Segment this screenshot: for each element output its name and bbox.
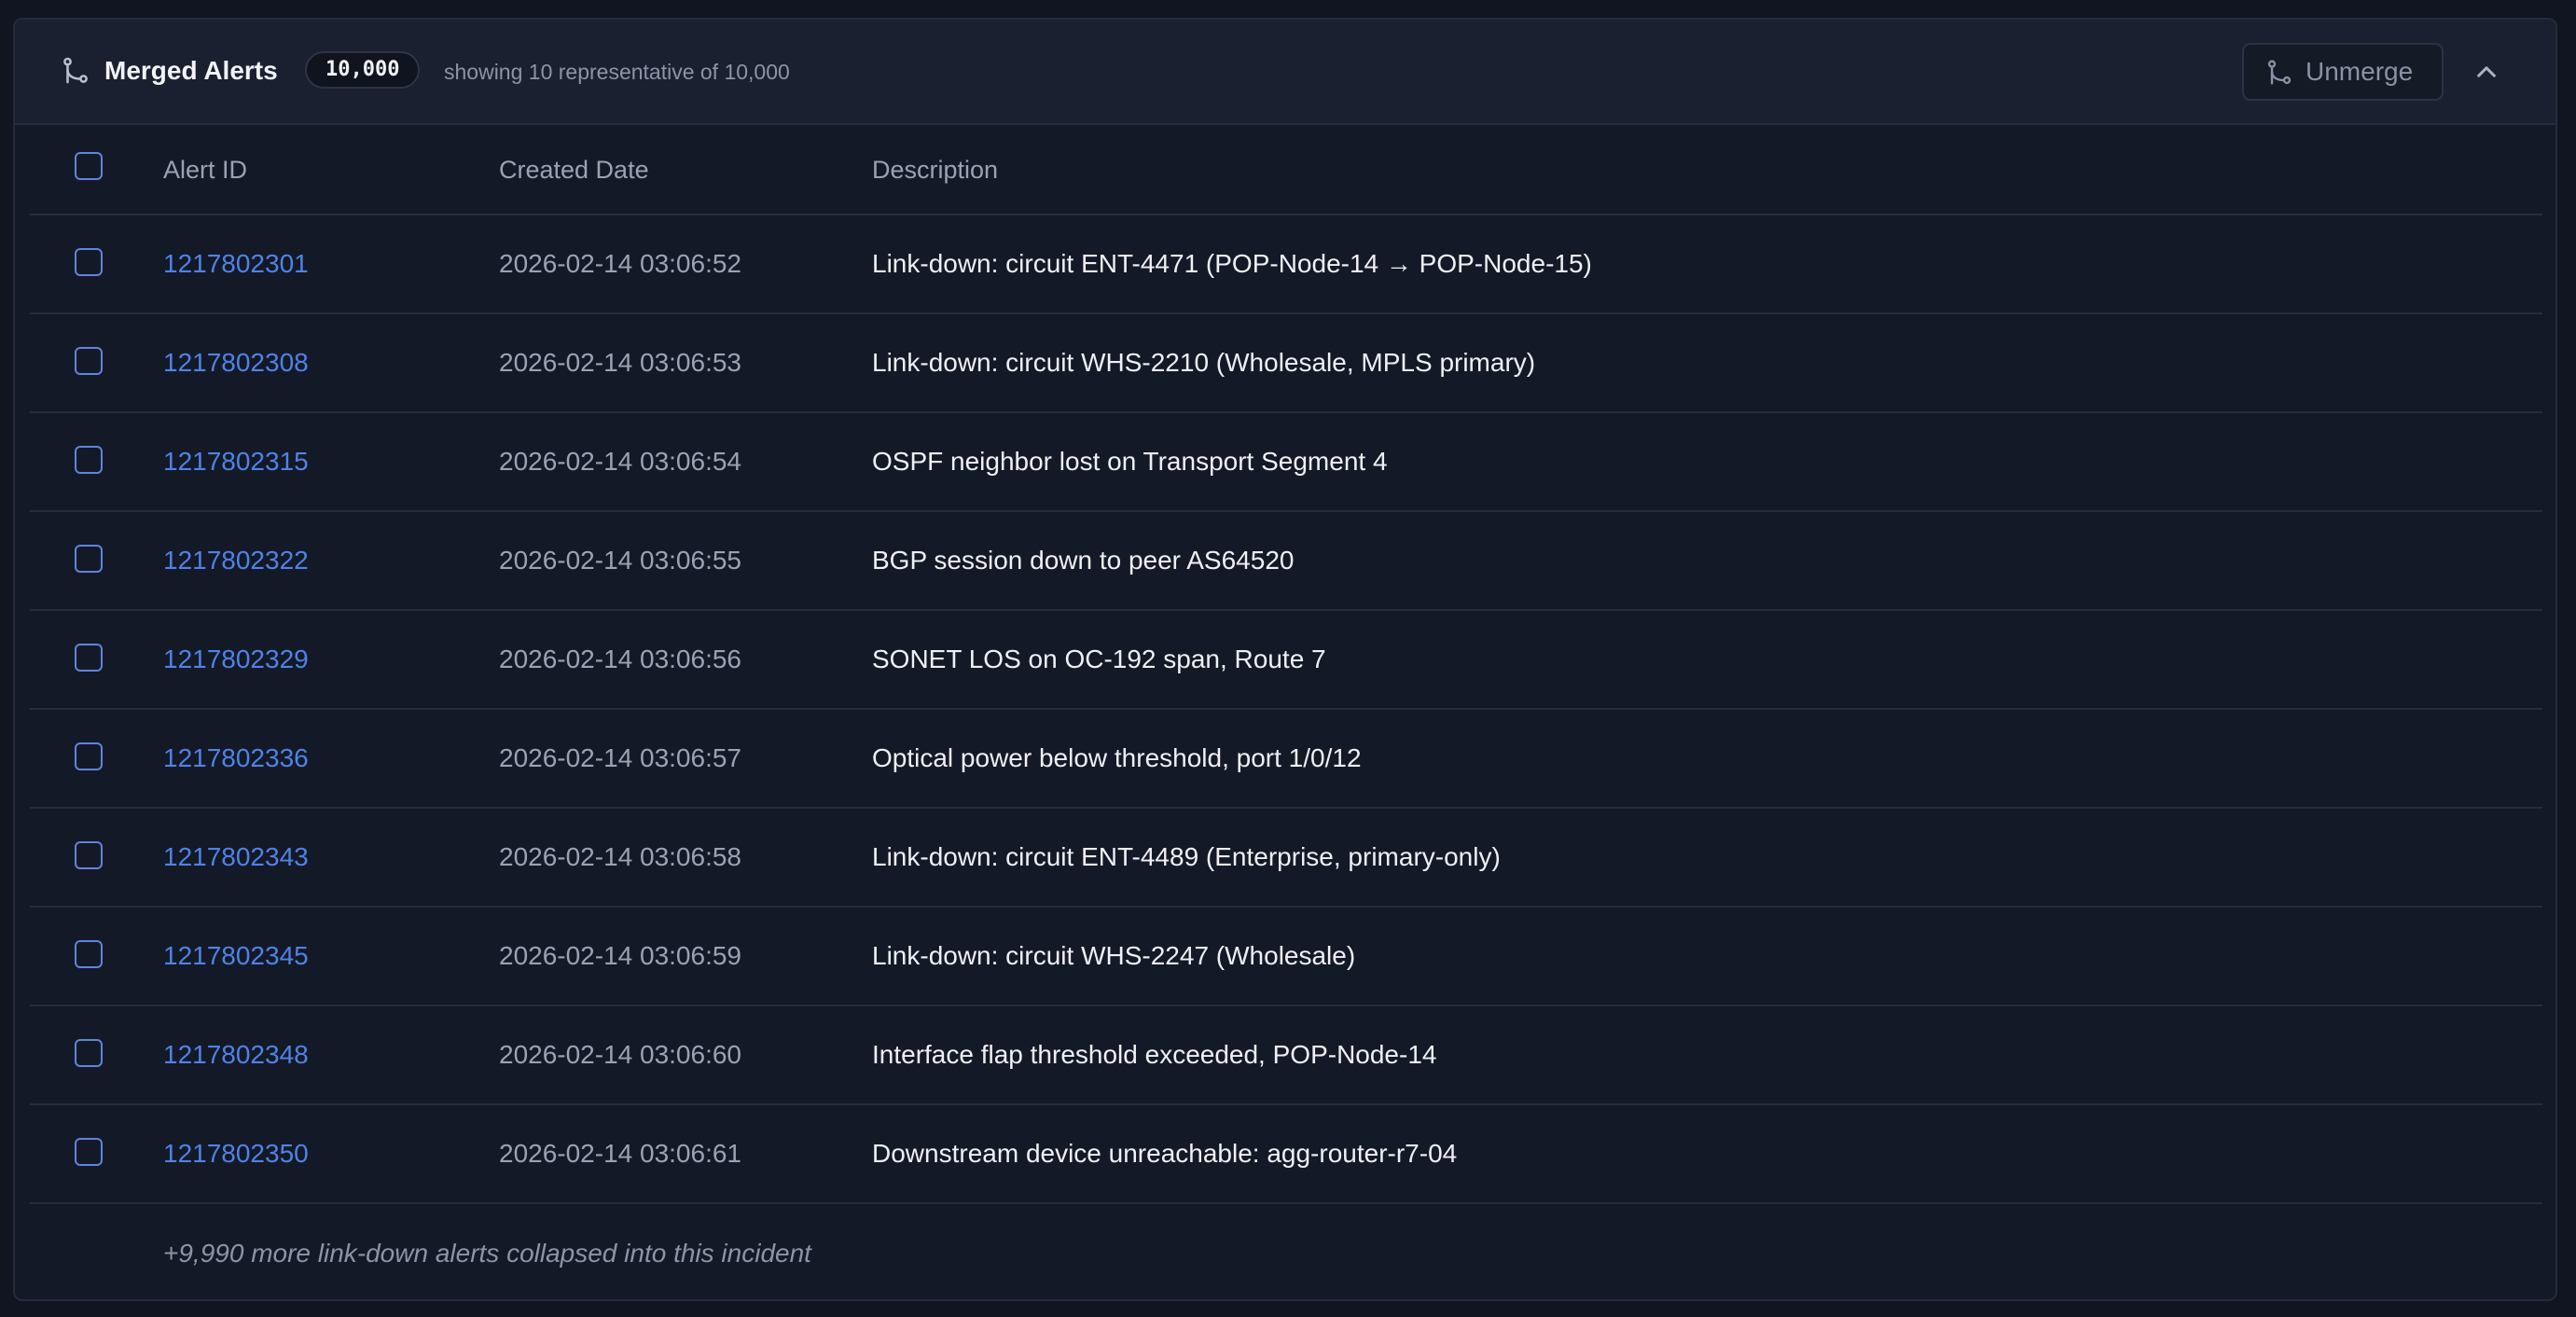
row-checkbox[interactable]	[75, 940, 103, 968]
row-checkbox[interactable]	[75, 1039, 103, 1067]
created-date: 2026-02-14 03:06:58	[499, 842, 741, 871]
row-checkbox[interactable]	[75, 545, 103, 573]
table-row: 1217802315 2026-02-14 03:06:54 OSPF neig…	[30, 413, 2542, 512]
table-header-row: Alert ID Created Date Description	[30, 125, 2542, 215]
table-row: 1217802301 2026-02-14 03:06:52 Link-down…	[30, 215, 2542, 314]
alert-id-link[interactable]: 1217802301	[163, 215, 309, 312]
created-date: 2026-02-14 03:06:56	[499, 645, 741, 673]
alert-description: Link-down: circuit WHS-2247 (Wholesale)	[872, 941, 1356, 970]
alert-id-link[interactable]: 1217802308	[163, 314, 309, 411]
alert-id-link[interactable]: 1217802350	[163, 1105, 309, 1202]
created-date: 2026-02-14 03:06:55	[499, 546, 741, 575]
created-date: 2026-02-14 03:06:57	[499, 743, 741, 772]
alert-description: Link-down: circuit ENT-4471 (POP-Node-14…	[872, 249, 1592, 278]
created-date: 2026-02-14 03:06:61	[499, 1139, 741, 1168]
row-checkbox[interactable]	[75, 347, 103, 375]
showing-summary-text: showing 10 representative of 10,000	[444, 60, 790, 84]
column-header-created-date[interactable]: Created Date	[499, 125, 649, 215]
git-merge-icon	[2267, 60, 2292, 85]
table-row: 1217802345 2026-02-14 03:06:59 Link-down…	[30, 908, 2542, 1006]
created-date: 2026-02-14 03:06:60	[499, 1040, 741, 1069]
chevron-up-icon[interactable]	[2468, 53, 2505, 90]
alert-id-link[interactable]: 1217802336	[163, 710, 309, 807]
alert-description: Optical power below threshold, port 1/0/…	[872, 743, 1362, 772]
table-row: 1217802343 2026-02-14 03:06:58 Link-down…	[30, 809, 2542, 908]
table-row: 1217802308 2026-02-14 03:06:53 Link-down…	[30, 314, 2542, 413]
alert-description: Interface flap threshold exceeded, POP-N…	[872, 1040, 1437, 1069]
column-header-alert-id[interactable]: Alert ID	[163, 125, 247, 215]
column-header-description[interactable]: Description	[872, 125, 998, 215]
created-date: 2026-02-14 03:06:52	[499, 249, 741, 278]
alert-id-link[interactable]: 1217802329	[163, 611, 309, 708]
created-date: 2026-02-14 03:06:54	[499, 447, 741, 476]
unmerge-label: Unmerge	[2306, 57, 2414, 86]
created-date: 2026-02-14 03:06:53	[499, 348, 741, 377]
unmerge-button[interactable]: Unmerge	[2242, 43, 2444, 101]
table-row: 1217802350 2026-02-14 03:06:61 Downstrea…	[30, 1105, 2542, 1204]
row-checkbox[interactable]	[75, 841, 103, 869]
row-checkbox[interactable]	[75, 644, 103, 672]
alert-description: Link-down: circuit WHS-2210 (Wholesale, …	[872, 348, 1536, 377]
collapsed-alerts-note: +9,990 more link-down alerts collapsed i…	[163, 1239, 811, 1268]
git-merge-icon	[63, 57, 88, 84]
merged-alerts-panel: Merged Alerts 10,000 showing 10 represen…	[13, 18, 2557, 1301]
alert-description: OSPF neighbor lost on Transport Segment …	[872, 447, 1388, 476]
select-all-checkbox[interactable]	[75, 152, 103, 180]
alert-id-link[interactable]: 1217802315	[163, 413, 309, 510]
created-date: 2026-02-14 03:06:59	[499, 941, 741, 970]
alert-id-link[interactable]: 1217802345	[163, 908, 309, 1005]
alert-id-link[interactable]: 1217802343	[163, 809, 309, 906]
table-row: 1217802329 2026-02-14 03:06:56 SONET LOS…	[30, 611, 2542, 710]
alert-id-link[interactable]: 1217802322	[163, 512, 309, 609]
row-checkbox[interactable]	[75, 742, 103, 770]
row-checkbox[interactable]	[75, 446, 103, 474]
table-row: 1217802336 2026-02-14 03:06:57 Optical p…	[30, 710, 2542, 809]
panel-title: Merged Alerts	[104, 56, 278, 85]
alert-description: Downstream device unreachable: agg-route…	[872, 1139, 1458, 1168]
row-checkbox[interactable]	[75, 248, 103, 276]
row-checkbox[interactable]	[75, 1138, 103, 1166]
alert-count-badge: 10,000	[305, 51, 421, 89]
alert-id-link[interactable]: 1217802348	[163, 1006, 309, 1103]
panel-header: Merged Alerts 10,000 showing 10 represen…	[15, 20, 2555, 125]
alert-description: Link-down: circuit ENT-4489 (Enterprise,…	[872, 842, 1501, 871]
table-row: 1217802348 2026-02-14 03:06:60 Interface…	[30, 1006, 2542, 1105]
alert-description: BGP session down to peer AS64520	[872, 546, 1295, 575]
alert-description: SONET LOS on OC-192 span, Route 7	[872, 645, 1326, 673]
table-row: 1217802322 2026-02-14 03:06:55 BGP sessi…	[30, 512, 2542, 611]
